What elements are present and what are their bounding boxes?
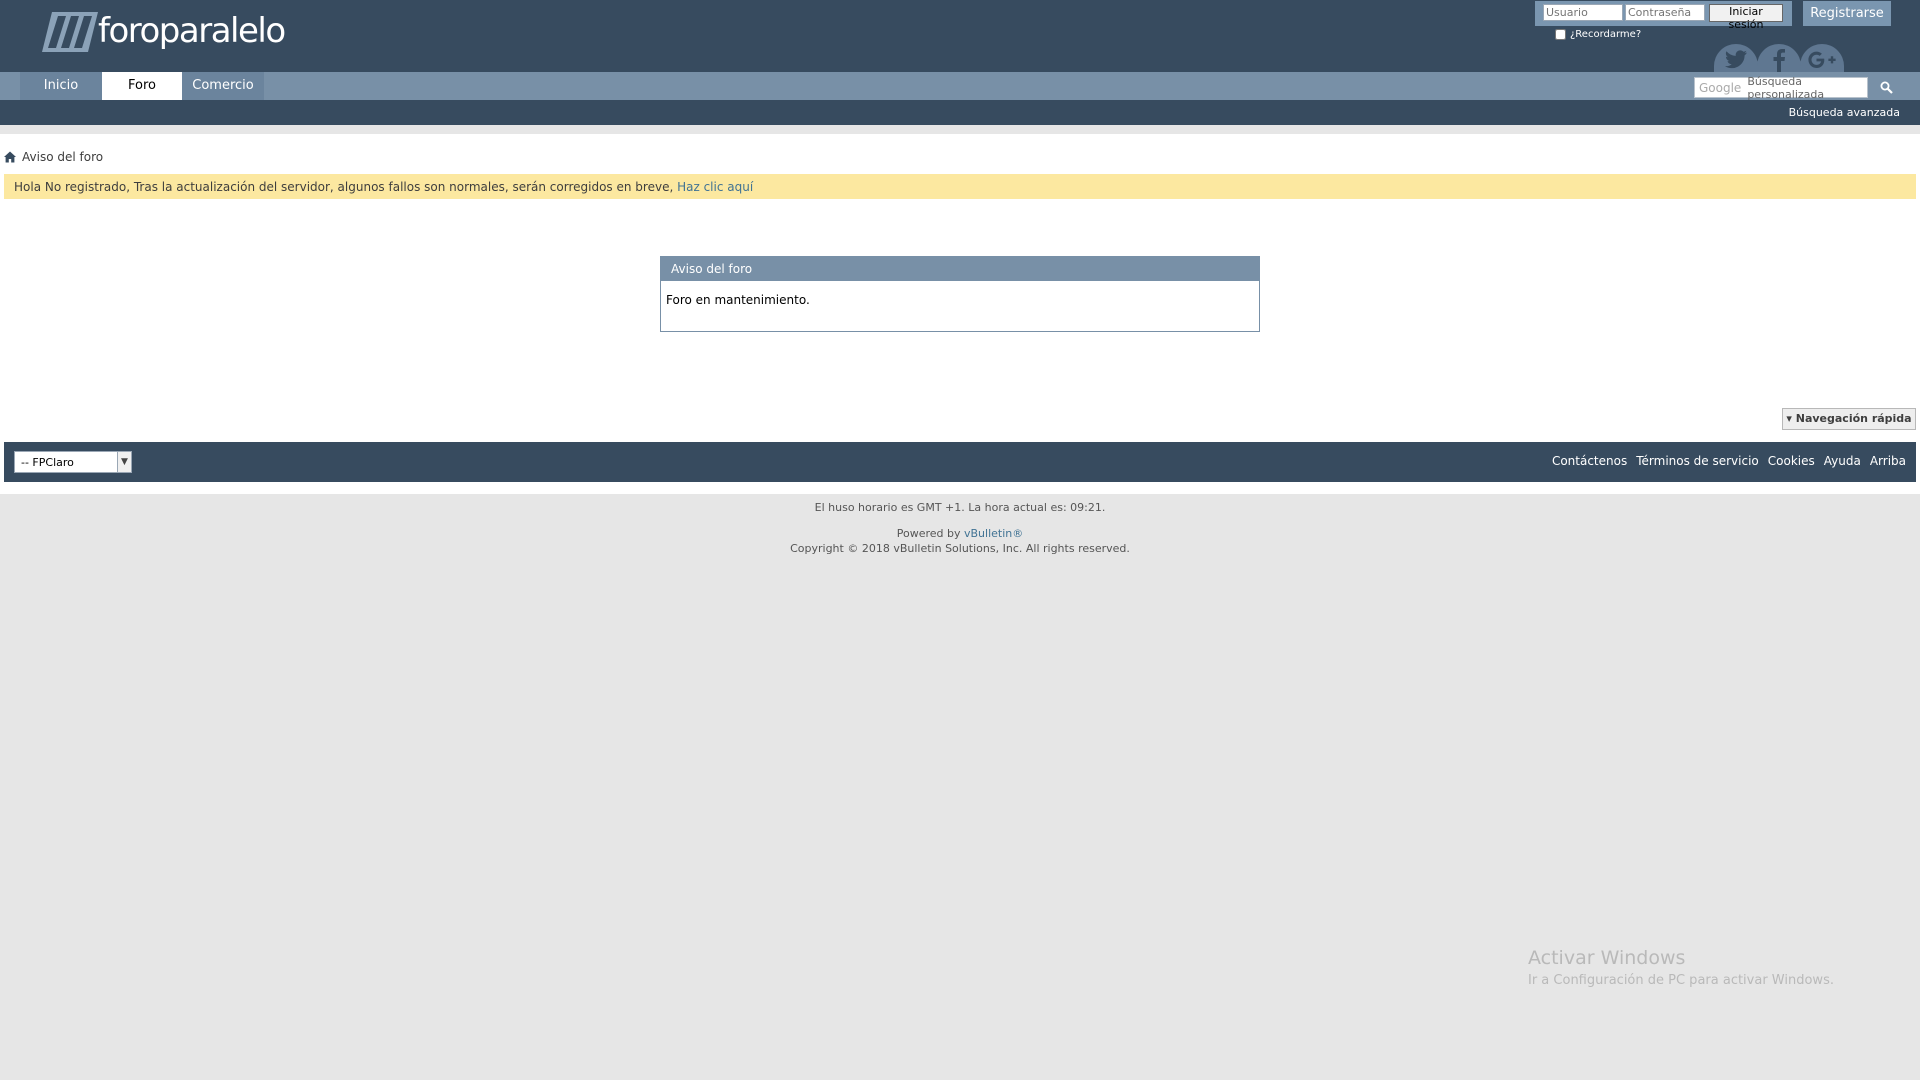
username-input[interactable]: [1543, 4, 1623, 21]
search-icon: [1880, 81, 1893, 94]
remember-me[interactable]: ¿Recordarme?: [1555, 29, 1641, 40]
quick-nav-label: Navegación rápida: [1795, 412, 1912, 425]
notice-panel: Aviso del foro Foro en mantenimiento.: [660, 256, 1260, 332]
login-form: Iniciar sesión: [1535, 1, 1792, 31]
announcement-bar: Hola No registrado, Tras la actualizació…: [4, 174, 1916, 199]
footer-link-terms[interactable]: Términos de servicio: [1636, 454, 1759, 468]
announcement-text: Hola No registrado, Tras la actualizació…: [14, 180, 678, 194]
search-input[interactable]: Google Búsqueda personalizada: [1694, 74, 1868, 101]
sub-nav: Búsqueda avanzada: [0, 100, 1920, 125]
windows-activation-watermark: Activar Windows Ir a Configuración de PC…: [1528, 946, 1834, 990]
theme-selected: -- FPClaro: [21, 455, 74, 469]
register-button[interactable]: Registrarse: [1803, 1, 1891, 26]
footer-bar: -- FPClaro ▼ Contáctenos Términos de ser…: [4, 442, 1916, 482]
footer-link-contact[interactable]: Contáctenos: [1552, 454, 1627, 468]
timezone-suffix: .: [1101, 501, 1106, 514]
home-icon[interactable]: [4, 151, 16, 163]
breadcrumb-current: Aviso del foro: [22, 150, 104, 164]
caret-down-icon: ▾: [1786, 412, 1792, 425]
remember-label: ¿Recordarme?: [1570, 29, 1642, 40]
notice-panel-title: Aviso del foro: [661, 257, 1259, 281]
chevron-down-icon: ▼: [117, 452, 131, 472]
timezone-line: El huso horario es GMT +1. La hora actua…: [0, 500, 1920, 515]
tab-foro[interactable]: Foro: [102, 72, 182, 100]
site-credits: El huso horario es GMT +1. La hora actua…: [0, 500, 1920, 556]
watermark-title: Activar Windows: [1528, 947, 1686, 969]
quick-nav-button[interactable]: ▾ Navegación rápida: [1782, 408, 1916, 430]
footer-link-top[interactable]: Arriba: [1870, 454, 1906, 468]
main-content: Aviso del foro Hola No registrado, Tras …: [0, 134, 1920, 494]
password-input[interactable]: [1625, 4, 1705, 21]
footer-link-cookies[interactable]: Cookies: [1768, 454, 1815, 468]
footer-link-help[interactable]: Ayuda: [1824, 454, 1861, 468]
vbulletin-link[interactable]: vBulletin®: [964, 527, 1023, 540]
powered-by-line: Powered by vBulletin®: [0, 526, 1920, 541]
search-button[interactable]: [1872, 76, 1900, 98]
footer-links: Contáctenos Términos de servicio Cookies…: [1552, 454, 1906, 468]
logo-mark-icon: [42, 12, 98, 52]
main-nav: Inicio Foro Comercio: [0, 72, 1920, 100]
watermark-subtitle: Ir a Configuración de PC para activar Wi…: [1528, 973, 1834, 988]
search-placeholder: Búsqueda personalizada: [1747, 74, 1825, 101]
powered-by-text: Powered by: [896, 527, 964, 540]
notice-panel-message: Foro en mantenimiento.: [666, 293, 810, 307]
timezone-text: El huso horario es GMT +1. La hora actua…: [814, 501, 1071, 514]
advanced-search-link[interactable]: Búsqueda avanzada: [1789, 106, 1900, 119]
site-header: foroparalelo Iniciar sesión Registrarse …: [0, 0, 1920, 76]
copyright: Copyright © 2018 vBulletin Solutions, In…: [790, 542, 1130, 555]
remember-checkbox[interactable]: [1555, 29, 1566, 40]
breadcrumb: Aviso del foro: [4, 150, 103, 164]
announcement-link[interactable]: Haz clic aquí: [677, 180, 753, 194]
tab-comercio[interactable]: Comercio: [182, 72, 264, 100]
login-button[interactable]: Iniciar sesión: [1709, 4, 1783, 31]
site-logo[interactable]: foroparalelo: [38, 8, 286, 54]
theme-select[interactable]: -- FPClaro ▼: [14, 451, 132, 473]
current-time: 09:21: [1070, 501, 1102, 514]
tab-inicio[interactable]: Inicio: [20, 72, 102, 100]
logo-text: foroparalelo: [98, 11, 286, 51]
google-brand: Google: [1699, 80, 1742, 95]
